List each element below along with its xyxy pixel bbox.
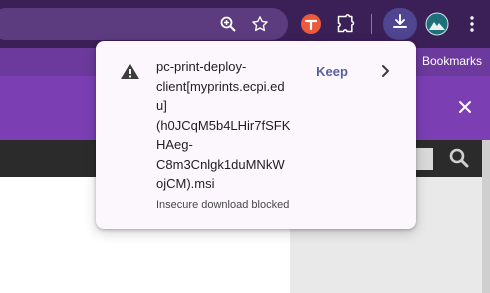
extension-red-icon[interactable]: [298, 11, 324, 37]
warning-triangle-icon: [120, 62, 140, 82]
kebab-menu-icon[interactable]: [462, 12, 482, 36]
all-bookmarks-button[interactable]: Bookmarks: [422, 54, 482, 68]
close-icon[interactable]: [456, 98, 474, 116]
profile-icon[interactable]: [424, 11, 450, 37]
keep-button[interactable]: Keep: [306, 59, 358, 83]
bookmarks-label: Bookmarks: [421, 54, 482, 68]
address-bar[interactable]: [0, 8, 288, 40]
zoom-icon[interactable]: [216, 12, 240, 36]
download-icon: [390, 12, 410, 37]
puzzle-icon[interactable]: [334, 12, 358, 36]
download-button[interactable]: [383, 8, 417, 40]
star-icon[interactable]: [248, 12, 272, 36]
download-filename: pc-print-deploy- client[myprints.ecpi.ed…: [156, 59, 291, 191]
download-status: Insecure download blocked: [156, 199, 290, 211]
scrollbar[interactable]: [482, 140, 490, 293]
chevron-right-icon[interactable]: [374, 60, 396, 82]
search-icon[interactable]: [448, 147, 472, 171]
toolbar-divider: [371, 14, 372, 34]
download-bubble: pc-print-deploy- client[myprints.ecpi.ed…: [96, 41, 416, 229]
